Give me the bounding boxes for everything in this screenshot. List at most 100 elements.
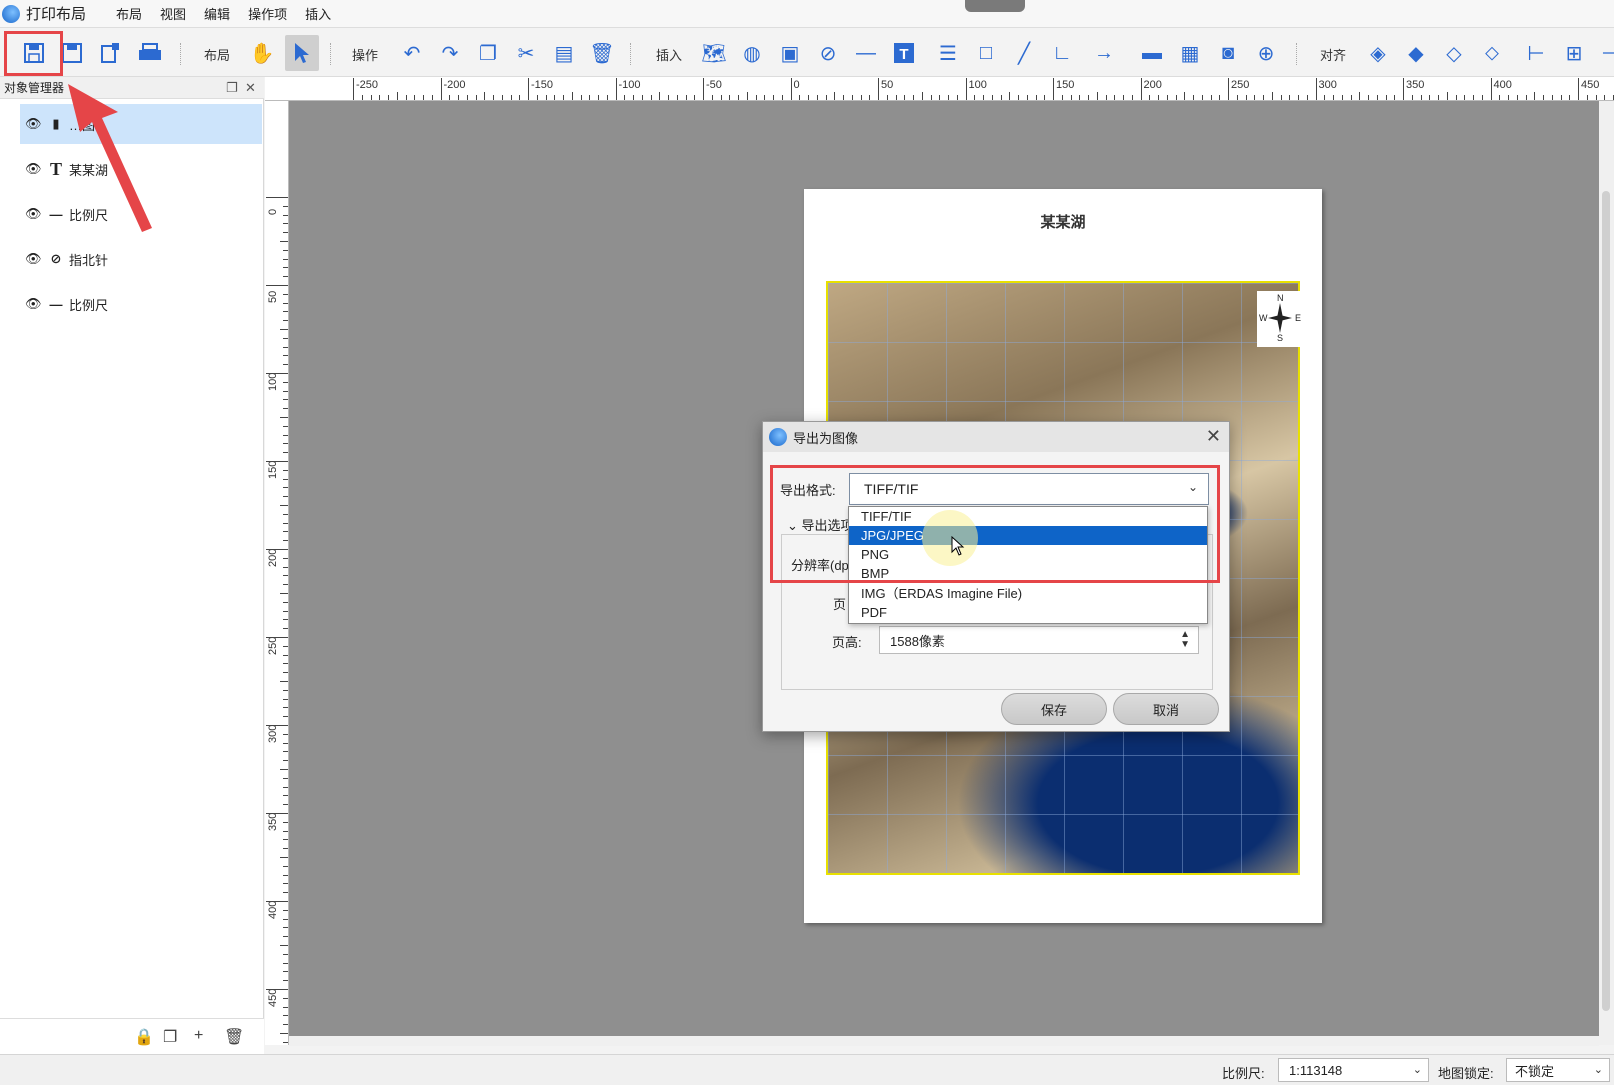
ruler-tick bbox=[484, 92, 486, 100]
spinner-icon[interactable]: ▲ ▼ bbox=[1180, 630, 1190, 650]
ruler-tick bbox=[283, 540, 288, 542]
north-arrow-icon: ⊘ bbox=[50, 251, 62, 266]
ruler-tick bbox=[1061, 95, 1063, 100]
ruler-tick bbox=[283, 434, 288, 436]
insert-text-icon[interactable]: T bbox=[888, 37, 920, 69]
print-icon[interactable] bbox=[134, 37, 166, 69]
delete-icon[interactable]: 🗑 bbox=[224, 1027, 244, 1047]
visibility-eye-icon[interactable]: 👁 bbox=[25, 116, 42, 132]
visibility-eye-icon[interactable]: 👁 bbox=[25, 296, 42, 312]
object-item-text[interactable]: 👁 T 某某湖 bbox=[20, 149, 262, 189]
insert-callout-icon[interactable]: ▬ bbox=[1136, 37, 1168, 69]
ruler-tick bbox=[283, 584, 288, 586]
visibility-eye-icon[interactable]: 👁 bbox=[25, 251, 42, 267]
close-icon[interactable]: ✕ bbox=[1206, 426, 1221, 447]
insert-legend-icon[interactable]: ☰ bbox=[932, 37, 964, 69]
delete-icon[interactable]: 🗑 bbox=[586, 37, 618, 69]
ruler-tick bbox=[711, 95, 713, 100]
bring-to-front-icon[interactable]: ◈ bbox=[1362, 37, 1394, 69]
north-arrow[interactable]: N S W E bbox=[1257, 291, 1303, 347]
insert-globe-icon[interactable]: ◍ bbox=[736, 37, 768, 69]
object-item-map[interactable]: 👁 ▮ …图 bbox=[20, 104, 262, 144]
insert-arrow-icon[interactable]: → bbox=[1088, 37, 1120, 69]
ruler-tick bbox=[283, 249, 288, 251]
format-option-img[interactable]: IMG（ERDAS Imagine File) bbox=[849, 584, 1207, 603]
ruler-tick bbox=[283, 601, 288, 603]
page-setup-icon[interactable] bbox=[94, 37, 126, 69]
ruler-tick bbox=[280, 1033, 288, 1034]
insert-north-arrow-icon[interactable]: ⊘ bbox=[812, 37, 844, 69]
menu-edit[interactable]: 编辑 bbox=[204, 4, 230, 23]
insert-frame-icon[interactable]: ◙ bbox=[1212, 37, 1244, 69]
visibility-eye-icon[interactable]: 👁 bbox=[25, 161, 42, 177]
ruler-tick bbox=[1341, 95, 1343, 100]
ruler-tick bbox=[283, 786, 288, 788]
bring-forward-icon[interactable]: ◆ bbox=[1400, 37, 1432, 69]
toolbar-insert-label: 插入 bbox=[656, 48, 683, 63]
menu-actions[interactable]: 操作项 bbox=[248, 4, 287, 23]
undo-icon[interactable]: ↶ bbox=[396, 37, 428, 69]
align-left-icon[interactable]: ⊢ bbox=[1520, 37, 1552, 69]
ruler-tick bbox=[283, 232, 288, 234]
menu-layout[interactable]: 布局 bbox=[116, 4, 142, 23]
ruler-tick bbox=[1201, 95, 1203, 100]
menu-view[interactable]: 视图 bbox=[160, 4, 186, 23]
ruler-tick bbox=[1219, 95, 1221, 100]
float-panel-icon[interactable]: ❐ bbox=[226, 77, 238, 99]
ruler-h-label: 400 bbox=[1493, 79, 1512, 91]
insert-rectangle-icon[interactable]: □ bbox=[970, 37, 1002, 69]
horizontal-scrollbar[interactable] bbox=[289, 1036, 1599, 1046]
close-panel-icon[interactable]: ✕ bbox=[245, 77, 256, 99]
ruler-tick bbox=[1035, 95, 1037, 100]
send-backward-icon[interactable]: ◇ bbox=[1438, 37, 1470, 69]
ruler-tick bbox=[1403, 78, 1404, 100]
ruler-tick bbox=[1105, 95, 1107, 100]
ruler-tick bbox=[283, 522, 288, 524]
insert-line-icon[interactable]: ╱ bbox=[1008, 37, 1040, 69]
app-title: 打印布局 bbox=[26, 6, 87, 23]
duplicate-icon[interactable]: ❐ bbox=[163, 1027, 177, 1047]
ruler-tick bbox=[1210, 95, 1212, 100]
object-item-scale-bar[interactable]: 👁 — 比例尺 bbox=[20, 194, 262, 234]
insert-map-icon[interactable]: 🗺 bbox=[698, 37, 730, 69]
insert-scale-bar-icon[interactable]: — bbox=[850, 37, 882, 69]
map-lock-select[interactable]: 不锁定 ⌄ bbox=[1506, 1058, 1610, 1082]
format-option-pdf[interactable]: PDF bbox=[849, 603, 1207, 622]
scale-select[interactable]: 1:113148 ⌄ bbox=[1278, 1058, 1429, 1082]
menu-insert[interactable]: 插入 bbox=[305, 4, 331, 23]
insert-web-globe-icon[interactable]: ⊕ bbox=[1250, 37, 1282, 69]
insert-polyline-icon[interactable]: ∟ bbox=[1046, 37, 1078, 69]
object-item-scale-bar[interactable]: 👁 — 比例尺 bbox=[20, 284, 262, 324]
page-height-input[interactable]: 1588像素 ▲ ▼ bbox=[879, 626, 1199, 654]
insert-picture-icon[interactable]: ▣ bbox=[774, 37, 806, 69]
lock-icon[interactable]: 🔒 bbox=[134, 1027, 154, 1047]
redo-icon[interactable]: ↷ bbox=[434, 37, 466, 69]
insert-table-icon[interactable]: ▦ bbox=[1174, 37, 1206, 69]
ruler-tick bbox=[466, 95, 468, 100]
cut-icon[interactable]: ✂ bbox=[510, 37, 542, 69]
object-item-north-arrow[interactable]: 👁 ⊘ 指北针 bbox=[20, 239, 262, 279]
align-center-icon[interactable]: ⊞ bbox=[1558, 37, 1590, 69]
object-item-label: 比例尺 bbox=[69, 207, 109, 223]
ruler-tick bbox=[1018, 95, 1019, 100]
save-button[interactable]: 保存 bbox=[1001, 693, 1107, 725]
send-to-back-icon[interactable]: ⬦ bbox=[1476, 37, 1508, 69]
pan-hand-icon[interactable]: ✋ bbox=[246, 37, 278, 69]
ruler-h-label: 0 bbox=[793, 79, 800, 91]
ruler-tick bbox=[869, 95, 871, 100]
copy-icon[interactable]: ❐ bbox=[472, 37, 504, 69]
cancel-button[interactable]: 取消 bbox=[1113, 693, 1219, 725]
scrollbar-thumb[interactable] bbox=[1602, 191, 1610, 1011]
add-icon[interactable]: + bbox=[194, 1027, 203, 1045]
paste-icon[interactable]: ▤ bbox=[548, 37, 580, 69]
ruler-tick bbox=[283, 320, 288, 322]
object-manager-panel: 👁 ▮ …图 👁 T 某某湖 👁 — 比例尺 👁 ⊘ 指北针 👁 — 比例尺 bbox=[0, 99, 264, 1054]
visibility-eye-icon[interactable]: 👁 bbox=[25, 206, 42, 222]
align-right-icon[interactable]: ⊣ bbox=[1594, 37, 1614, 69]
vertical-scrollbar[interactable] bbox=[1599, 101, 1614, 1045]
ruler-tick bbox=[913, 95, 914, 100]
ruler-v-label: 150 bbox=[267, 460, 279, 479]
select-pointer-icon[interactable] bbox=[286, 37, 318, 69]
ruler-tick bbox=[283, 909, 288, 911]
map-title[interactable]: 某某湖 bbox=[804, 211, 1322, 232]
